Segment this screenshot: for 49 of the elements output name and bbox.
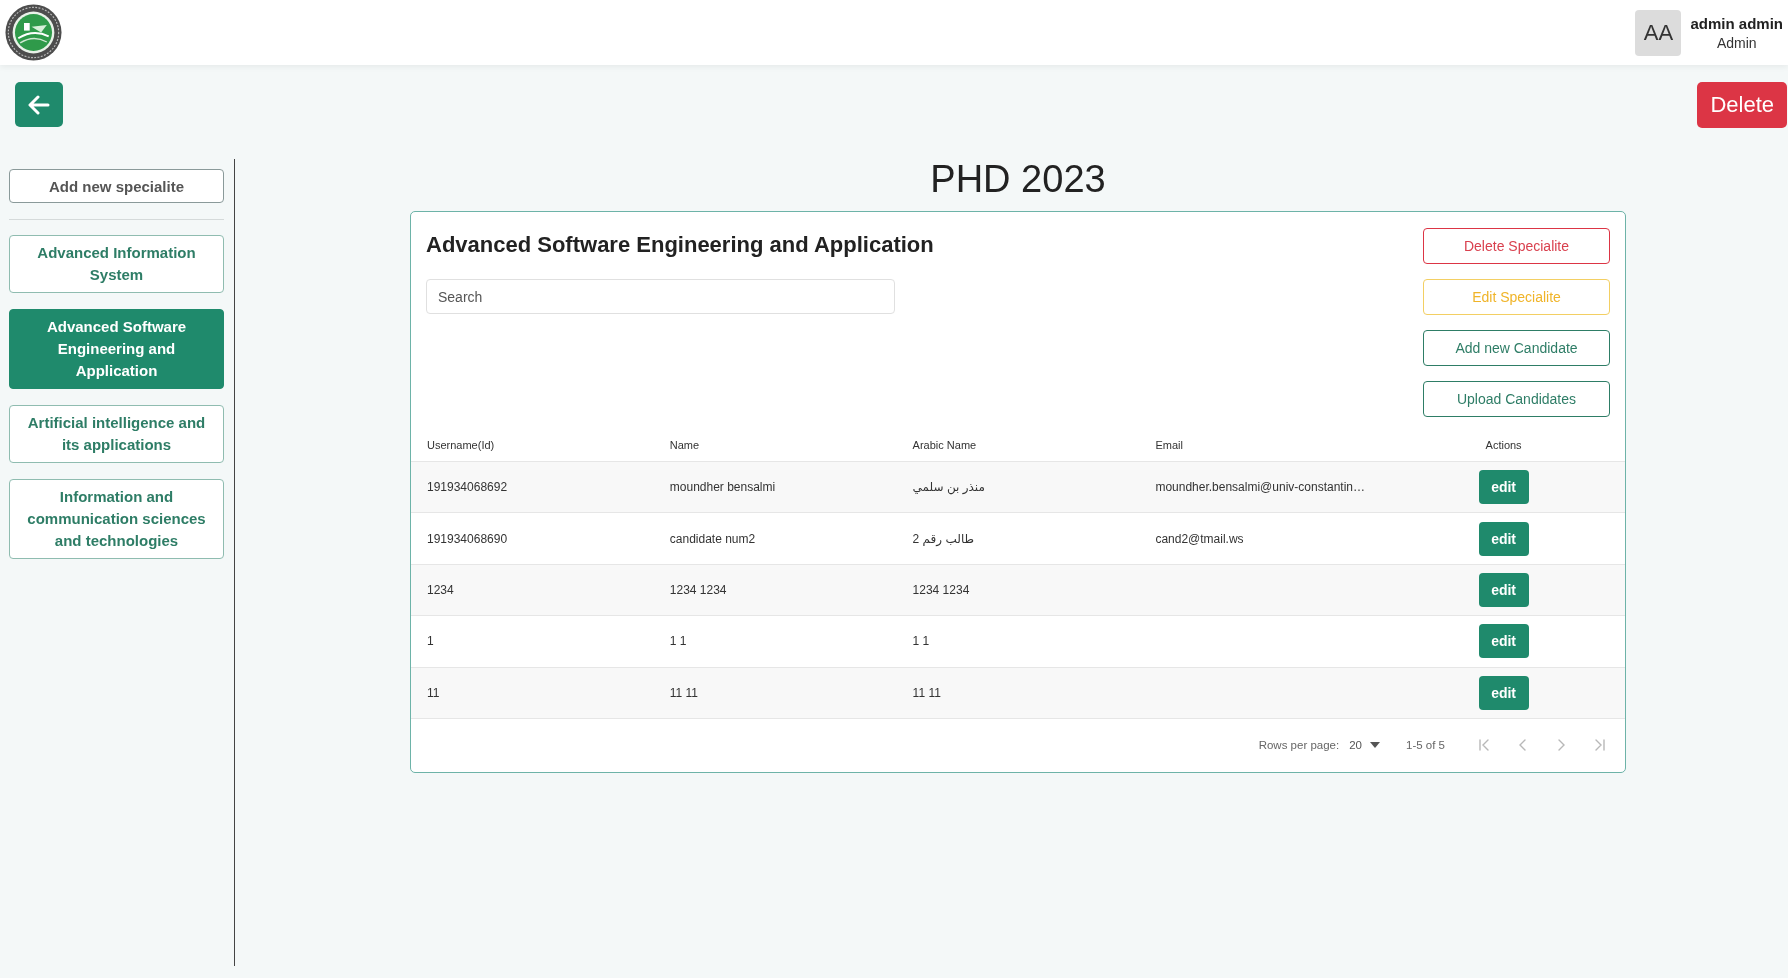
table-cell: cand2@tmail.ws (1155, 531, 1244, 546)
edit-button[interactable]: edit (1478, 572, 1529, 607)
table-cell: 1234 1234 (669, 582, 727, 597)
table-cell: 1 1 (912, 634, 930, 649)
add-specialite-button[interactable]: Add new specialite (9, 169, 224, 203)
column-header: Name (669, 439, 700, 451)
sidebar-item[interactable]: Artificial intelligence and its applications (9, 405, 224, 463)
table-cell: 191934068690 (427, 531, 508, 546)
rows-per-page-label: Rows per page: (1258, 739, 1340, 752)
user-role: Admin (1716, 34, 1757, 51)
sidebar-item[interactable]: Information and communication sciences and technologies (9, 479, 224, 559)
delete-specialite-button[interactable]: Delete Specialite (1423, 228, 1610, 264)
column-header: Email (1155, 439, 1183, 451)
table-cell: moundher bensalmi (669, 480, 776, 495)
table-cell: منذر بن سلمي (912, 480, 985, 495)
table-cell: 11 (427, 685, 440, 700)
card-title: Advanced Software Engineering and Application (426, 231, 934, 259)
add-candidate-button[interactable]: Add new Candidate (1423, 330, 1610, 366)
column-header: Actions (1485, 439, 1522, 451)
table-cell: 1 1 (669, 634, 687, 649)
page-title: PHD 2023 (930, 159, 1106, 199)
page-range: 1-5 of 5 (1406, 739, 1445, 752)
delete-button[interactable]: Delete (1697, 82, 1787, 128)
table-cell: 1234 (427, 582, 454, 597)
back-button[interactable] (15, 82, 63, 127)
user-avatar[interactable]: AA (1635, 9, 1682, 56)
user-name: admin admin (1690, 14, 1783, 32)
table-cell: 191934068692 (427, 480, 508, 495)
table-cell: 11 11 (669, 685, 699, 700)
edit-button[interactable]: edit (1478, 624, 1529, 659)
table-cell: 1234 1234 (912, 582, 970, 597)
edit-button[interactable]: edit (1478, 470, 1529, 505)
table-cell: moundher.bensalmi@univ-constantin… (1155, 480, 1365, 495)
caret-down-icon (1370, 742, 1380, 749)
column-header: Username(Id) (427, 439, 495, 451)
edit-button[interactable]: edit (1478, 675, 1529, 710)
university-logo (5, 4, 62, 61)
rows-per-page-select[interactable]: 20 (1349, 739, 1380, 752)
table-cell: 1 (427, 634, 434, 649)
sidebar-item[interactable]: Advanced Software Engineering and Application (9, 309, 224, 389)
sidebar-item[interactable]: Advanced Information System (9, 235, 224, 293)
table-cell: طالب رقم 2 (912, 531, 975, 546)
search-field[interactable]: Search (426, 279, 895, 314)
edit-button[interactable]: edit (1478, 521, 1529, 556)
column-header: Arabic Name (912, 439, 977, 451)
table-cell: 11 11 (912, 685, 941, 700)
table-cell: candidate num2 (669, 531, 756, 546)
arrow-left-icon (28, 94, 50, 115)
upload-candidates-button[interactable]: Upload Candidates (1423, 381, 1610, 417)
